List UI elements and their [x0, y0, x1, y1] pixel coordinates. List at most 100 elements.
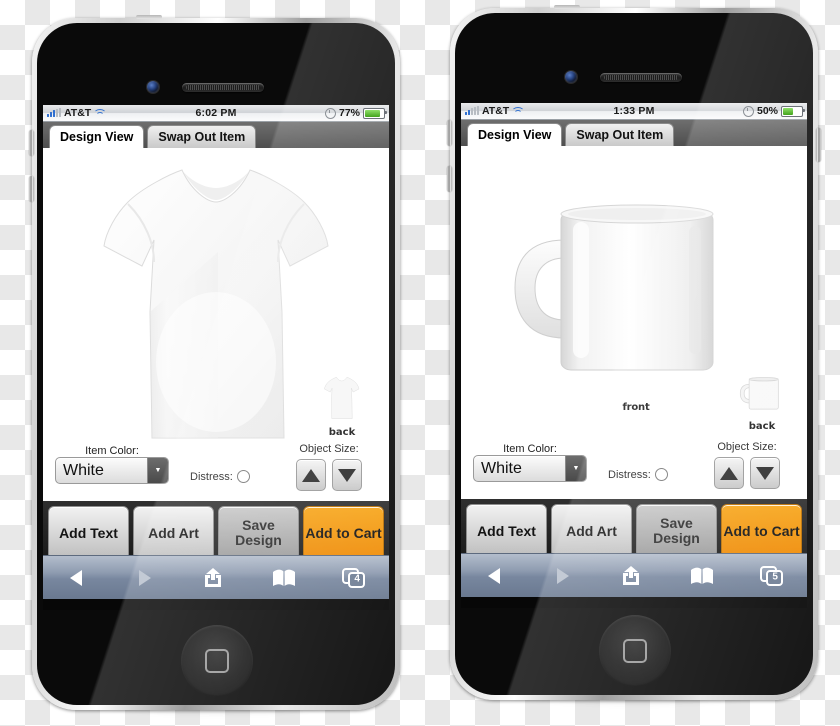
alarm-clock-icon — [324, 107, 336, 119]
front-camera-icon — [565, 71, 577, 83]
home-button[interactable] — [599, 615, 671, 687]
product-front-mug[interactable] — [503, 196, 753, 386]
tshirt-back-icon — [324, 376, 360, 419]
add-to-cart-button[interactable]: Add to Cart — [303, 506, 384, 560]
battery-icon — [363, 107, 387, 119]
tab-design-view[interactable]: Design View — [49, 125, 145, 148]
distress-control[interactable]: Distress: — [190, 470, 250, 483]
safari-forward-button[interactable] — [551, 565, 573, 587]
home-button[interactable] — [181, 625, 253, 697]
save-design-button[interactable]: Save Design — [636, 504, 717, 558]
iphone-left: AT&T 6:02 PM 77% Design View Swap Out It… — [29, 15, 400, 716]
app-tab-bar: Design View Swap Out Item — [461, 120, 807, 146]
object-size-decrease-button[interactable] — [750, 457, 780, 489]
save-design-button[interactable]: Save Design — [218, 506, 299, 560]
item-color-value: White — [481, 459, 522, 477]
object-size-increase-button[interactable] — [714, 457, 744, 489]
add-text-button[interactable]: Add Text — [466, 504, 547, 558]
safari-tab-count: 5 — [772, 571, 778, 583]
add-art-button[interactable]: Add Art — [551, 504, 632, 558]
iphone-right: AT&T 1:33 PM 50% Design View Swap Out It… — [447, 5, 821, 706]
object-size-label: Object Size: — [717, 441, 777, 453]
safari-share-button[interactable] — [619, 564, 643, 588]
add-text-button[interactable]: Add Text — [48, 506, 129, 560]
tab-design-view[interactable]: Design View — [467, 123, 563, 146]
object-size-control: Object Size: — [714, 441, 780, 489]
safari-tab-count: 4 — [354, 573, 360, 585]
chevron-down-icon: ▼ — [565, 456, 586, 481]
volume-down-button[interactable] — [447, 166, 452, 192]
object-size-increase-button[interactable] — [296, 459, 326, 491]
top-antenna-notch — [136, 15, 162, 19]
item-color-control[interactable]: Item Color: White ▼ — [55, 445, 169, 484]
triangle-down-icon — [338, 468, 356, 482]
control-row: Item Color: White ▼ Distress: Object Siz… — [461, 437, 807, 499]
safari-tabs-button[interactable]: 5 — [760, 565, 784, 587]
screen-bottom-filler — [461, 597, 807, 608]
home-square-icon — [623, 639, 647, 663]
earpiece-speaker — [182, 83, 264, 92]
triangle-up-icon — [720, 466, 738, 480]
design-canvas[interactable]: front back — [461, 146, 807, 486]
triangle-up-icon — [302, 468, 320, 482]
design-canvas[interactable]: front back — [43, 148, 389, 488]
item-color-label: Item Color: — [85, 445, 139, 457]
chevron-down-icon: ▼ — [147, 458, 168, 483]
screen-left: AT&T 6:02 PM 77% Design View Swap Out It… — [43, 105, 389, 610]
status-right: 77% — [324, 107, 387, 119]
object-size-control: Object Size: — [296, 443, 362, 491]
object-size-decrease-button[interactable] — [332, 459, 362, 491]
add-art-button[interactable]: Add Art — [133, 506, 214, 560]
item-color-value: White — [63, 461, 104, 479]
control-row: Item Color: White ▼ Distress: Object Siz… — [43, 439, 389, 501]
safari-share-button[interactable] — [201, 566, 225, 590]
item-color-select[interactable]: White ▼ — [473, 455, 587, 482]
safari-toolbar: 5 — [461, 553, 807, 598]
product-front-tshirt[interactable] — [98, 162, 338, 447]
device-glass: AT&T 1:33 PM 50% Design View Swap Out It… — [455, 13, 813, 695]
safari-tabs-button[interactable]: 4 — [342, 567, 366, 589]
battery-percent-label: 77% — [338, 107, 360, 119]
screen-right: AT&T 1:33 PM 50% Design View Swap Out It… — [461, 103, 807, 608]
item-color-label: Item Color: — [503, 443, 557, 455]
triangle-down-icon — [756, 466, 774, 480]
distress-checkbox[interactable] — [654, 468, 668, 481]
battery-percent-label: 50% — [756, 105, 778, 117]
tab-swap-out-item[interactable]: Swap Out Item — [147, 125, 257, 148]
back-view-label: back — [328, 427, 356, 438]
power-button[interactable] — [816, 128, 821, 162]
top-antenna-notch — [554, 5, 580, 9]
distress-control[interactable]: Distress: — [608, 468, 668, 481]
safari-back-button[interactable] — [66, 567, 88, 589]
safari-back-button[interactable] — [484, 565, 506, 587]
distress-label: Distress: — [608, 468, 651, 481]
add-to-cart-button[interactable]: Add to Cart — [721, 504, 802, 558]
status-bar: AT&T 1:33 PM 50% — [461, 103, 807, 120]
safari-forward-button[interactable] — [133, 567, 155, 589]
back-view-label: back — [748, 421, 776, 432]
status-right: 50% — [742, 105, 805, 117]
device-glass: AT&T 6:02 PM 77% Design View Swap Out It… — [37, 23, 395, 705]
safari-toolbar: 4 — [43, 555, 389, 600]
front-view-label: front — [622, 402, 650, 413]
status-bar: AT&T 6:02 PM 77% — [43, 105, 389, 122]
back-view-thumbnail[interactable]: back — [737, 374, 787, 432]
alarm-clock-icon — [742, 105, 754, 117]
safari-bookmarks-button[interactable] — [689, 566, 715, 586]
item-color-control[interactable]: Item Color: White ▼ — [473, 443, 587, 482]
item-color-select[interactable]: White ▼ — [55, 457, 169, 484]
distress-label: Distress: — [190, 470, 233, 483]
battery-icon — [781, 105, 805, 117]
tab-swap-out-item[interactable]: Swap Out Item — [565, 123, 675, 146]
screen-bottom-filler — [43, 599, 389, 610]
volume-up-button[interactable] — [29, 130, 34, 156]
distress-checkbox[interactable] — [236, 470, 250, 483]
home-square-icon — [205, 649, 229, 673]
back-view-thumbnail[interactable]: back — [316, 376, 368, 438]
earpiece-speaker — [600, 73, 682, 82]
volume-up-button[interactable] — [447, 120, 452, 146]
volume-down-button[interactable] — [29, 176, 34, 202]
mug-back-icon — [739, 377, 779, 410]
safari-bookmarks-button[interactable] — [271, 568, 297, 588]
app-tab-bar: Design View Swap Out Item — [43, 122, 389, 148]
